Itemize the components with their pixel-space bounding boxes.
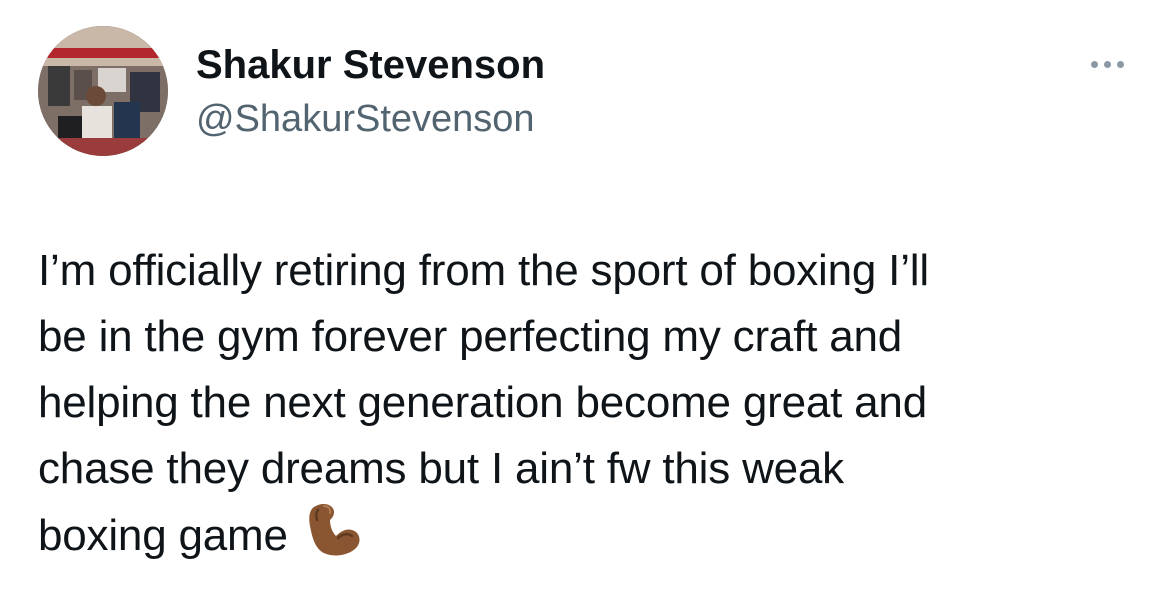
display-name[interactable]: Shakur Stevenson [196,40,545,90]
avatar-photo [38,26,168,156]
author-block: Shakur Stevenson @ShakurStevenson [196,40,545,144]
tweet-text-line: be in the gym forever perfecting my craf… [38,312,903,361]
more-dot-icon [1116,60,1124,68]
more-dot-icon [1090,60,1098,68]
more-dot-icon [1103,60,1111,68]
tweet-text-line: I’m officially retiring from the sport o… [38,246,929,295]
tweet-text-line-last: boxing game [38,502,1138,577]
avatar[interactable] [38,26,168,156]
tweet-card: Shakur Stevenson @ShakurStevenson I’m of… [0,0,1170,611]
tweet-text: I’m officially retiring from the sport o… [38,238,1138,577]
tweet-text-line: boxing game [38,511,288,560]
more-options-button[interactable] [1082,50,1132,78]
flexed-biceps-icon [302,502,362,577]
user-handle[interactable]: @ShakurStevenson [196,94,545,144]
tweet-text-line: helping the next generation become great… [38,378,927,427]
tweet-text-line: chase they dreams but I ain’t fw this we… [38,444,844,493]
